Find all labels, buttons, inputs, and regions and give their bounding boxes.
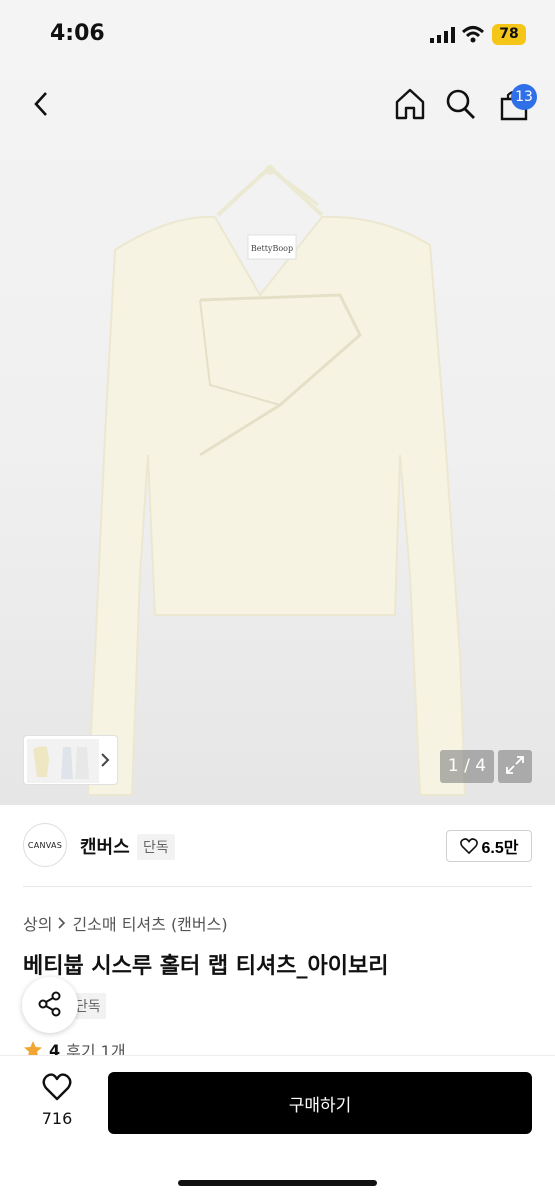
status-bar: 4:06 78 xyxy=(0,0,555,70)
battery-indicator: 78 xyxy=(492,24,526,45)
search-button[interactable] xyxy=(444,86,478,122)
wifi-icon xyxy=(461,26,485,43)
brand-like-button[interactable]: 6.5만 xyxy=(446,830,532,862)
share-icon xyxy=(38,991,61,1016)
breadcrumb-root[interactable]: 상의 xyxy=(23,911,52,935)
heart-icon xyxy=(459,838,478,854)
wishlist-count: 716 xyxy=(41,1109,73,1128)
home-button[interactable] xyxy=(392,86,428,122)
back-button[interactable] xyxy=(26,88,58,120)
breadcrumb: 상의 긴소매 티셔츠 (캔버스) xyxy=(23,911,228,935)
image-counter: 1 / 4 xyxy=(440,750,494,783)
thumbnail-image xyxy=(27,739,99,783)
brand-logo[interactable]: CANVAS xyxy=(23,823,67,867)
home-icon xyxy=(395,88,425,120)
home-indicator xyxy=(178,1180,377,1186)
share-button[interactable] xyxy=(22,977,78,1033)
brand-exclusive-tag: 단독 xyxy=(137,834,175,860)
status-time: 4:06 xyxy=(50,21,105,46)
expand-button[interactable] xyxy=(498,750,532,783)
chevron-right-icon xyxy=(58,917,66,929)
chevron-right-icon[interactable] xyxy=(98,750,112,770)
wishlist-button[interactable]: 716 xyxy=(28,1073,86,1133)
product-title: 베티붑 시스루 홀터 랩 티셔츠_아이보리 xyxy=(23,954,389,979)
expand-icon xyxy=(506,756,524,774)
product-image: BettyBoop xyxy=(86,164,467,796)
svg-text:BettyBoop: BettyBoop xyxy=(251,244,293,253)
buy-button[interactable]: 구매하기 xyxy=(108,1072,532,1134)
breadcrumb-category[interactable]: 긴소매 티셔츠 (캔버스) xyxy=(72,911,227,935)
divider xyxy=(23,886,532,887)
brand-name[interactable]: 캔버스 xyxy=(80,833,130,859)
search-icon xyxy=(446,89,475,119)
brand-like-count: 6.5만 xyxy=(481,840,519,857)
heart-icon xyxy=(42,1073,72,1101)
product-screen: BettyBoop 1 / 4 4:06 78 13 CANVAS 캔버스 단독… xyxy=(0,0,555,1200)
signal-icon xyxy=(430,27,455,43)
back-icon xyxy=(34,92,47,116)
cart-count-badge: 13 xyxy=(511,84,537,110)
